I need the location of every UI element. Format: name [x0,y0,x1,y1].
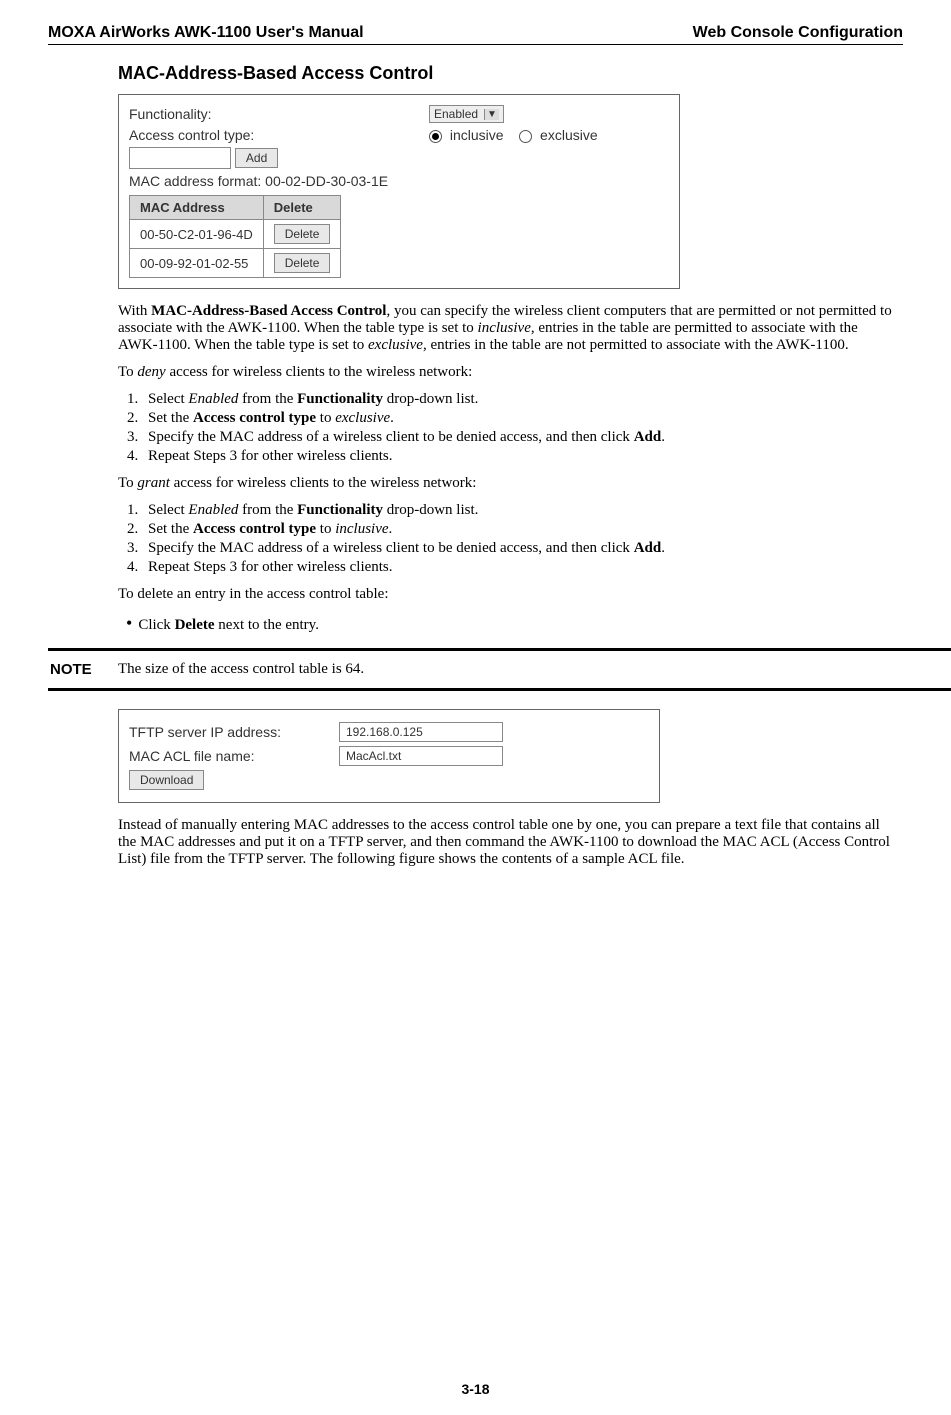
header-left: MOXA AirWorks AWK-1100 User's Manual [48,24,364,42]
text-bold: Delete [175,617,215,633]
text-italic: exclusive [335,410,390,426]
add-button[interactable]: Add [235,148,278,168]
text: . [661,540,665,556]
text: to [316,410,335,426]
text: . [390,410,394,426]
text: Set the [148,521,193,537]
text-bold: MAC-Address-Based Access Control [151,303,386,319]
header-right: Web Console Configuration [693,24,903,42]
download-button[interactable]: Download [129,770,204,790]
acl-file-label: MAC ACL file name: [129,748,339,764]
delete-bullet-list: Click Delete next to the entry. [136,613,893,634]
radio-inclusive[interactable] [429,130,442,143]
mac-format-hint: MAC address format: 00-02-DD-30-03-1E [129,173,388,189]
list-item: Repeat Steps 3 for other wireless client… [142,559,893,576]
text: access for wireless clients to the wirel… [166,364,473,380]
text-italic: Enabled [188,391,238,407]
acl-type-radio-group: inclusive exclusive [429,127,598,143]
text: Set the [148,410,193,426]
functionality-value: Enabled [434,107,478,121]
text: To [118,364,137,380]
paragraph-tftp: Instead of manually entering MAC address… [118,817,893,868]
radio-exclusive[interactable] [519,130,532,143]
text: to [316,521,335,537]
functionality-select[interactable]: Enabled ▼ [429,105,504,123]
text-italic: grant [137,475,170,491]
mac-table-header-address: MAC Address [130,196,264,220]
text: Select [148,502,188,518]
mac-acl-ui-panel: Functionality: Enabled ▼ Access control … [118,94,680,289]
acl-type-label: Access control type: [129,127,429,143]
section-title: MAC-Address-Based Access Control [118,63,893,84]
header-rule [48,44,903,45]
tftp-ip-input[interactable]: 192.168.0.125 [339,722,503,742]
note-block: NOTE The size of the access control tabl… [48,648,951,691]
text-bold: Access control type [193,521,316,537]
text: Select [148,391,188,407]
acl-file-input[interactable]: MacAcl.txt [339,746,503,766]
list-item: Set the Access control type to exclusive… [142,410,893,427]
mac-cell: 00-09-92-01-02-55 [130,249,264,278]
text: Specify the MAC address of a wireless cl… [148,540,634,556]
functionality-label: Functionality: [129,106,429,122]
delete-button[interactable]: Delete [274,224,331,244]
mac-cell: 00-50-C2-01-96-4D [130,220,264,249]
mac-input[interactable] [129,147,231,169]
paragraph-intro: With MAC-Address-Based Access Control, y… [118,303,893,354]
radio-exclusive-label: exclusive [540,127,598,143]
text-italic: inclusive [478,320,531,336]
tftp-ip-label: TFTP server IP address: [129,724,339,740]
text-italic: inclusive [335,521,388,537]
list-item: Click Delete next to the entry. [136,613,893,634]
grant-intro: To grant access for wireless clients to … [118,475,893,492]
delete-button[interactable]: Delete [274,253,331,273]
text-italic: exclusive [368,337,423,353]
text: drop-down list. [383,502,478,518]
note-text: The size of the access control table is … [118,661,951,678]
text-italic: deny [137,364,165,380]
table-row: 00-50-C2-01-96-4D Delete [130,220,341,249]
radio-inclusive-label: inclusive [450,127,504,143]
text-bold: Access control type [193,410,316,426]
list-item: Select Enabled from the Functionality dr… [142,391,893,408]
text: . [389,521,393,537]
mac-table-header-delete: Delete [263,196,341,220]
list-item: Specify the MAC address of a wireless cl… [142,540,893,557]
list-item: Specify the MAC address of a wireless cl… [142,429,893,446]
mac-table: MAC Address Delete 00-50-C2-01-96-4D Del… [129,195,341,278]
text: Click [138,617,174,633]
deny-intro: To deny access for wireless clients to t… [118,364,893,381]
list-item: Repeat Steps 3 for other wireless client… [142,448,893,465]
delete-intro: To delete an entry in the access control… [118,586,893,603]
text: Specify the MAC address of a wireless cl… [148,429,634,445]
deny-steps-list: Select Enabled from the Functionality dr… [142,391,893,465]
text: access for wireless clients to the wirel… [170,475,477,491]
text-bold: Functionality [297,502,383,518]
text-bold: Add [634,429,662,445]
text-bold: Add [634,540,662,556]
table-row: 00-09-92-01-02-55 Delete [130,249,341,278]
page-number: 3-18 [0,1381,951,1397]
text-italic: Enabled [188,502,238,518]
text: drop-down list. [383,391,478,407]
text: from the [238,502,297,518]
text: . [661,429,665,445]
page-header: MOXA AirWorks AWK-1100 User's Manual Web… [48,24,903,42]
note-label: NOTE [48,661,118,678]
text: from the [238,391,297,407]
chevron-down-icon: ▼ [484,109,499,120]
list-item: Select Enabled from the Functionality dr… [142,502,893,519]
list-item: Set the Access control type to inclusive… [142,521,893,538]
tftp-ui-panel: TFTP server IP address: 192.168.0.125 MA… [118,709,660,803]
text-bold: Functionality [297,391,383,407]
text: To [118,475,137,491]
text: next to the entry. [215,617,319,633]
text: , entries in the table are not permitted… [423,337,849,353]
grant-steps-list: Select Enabled from the Functionality dr… [142,502,893,576]
text: With [118,303,151,319]
